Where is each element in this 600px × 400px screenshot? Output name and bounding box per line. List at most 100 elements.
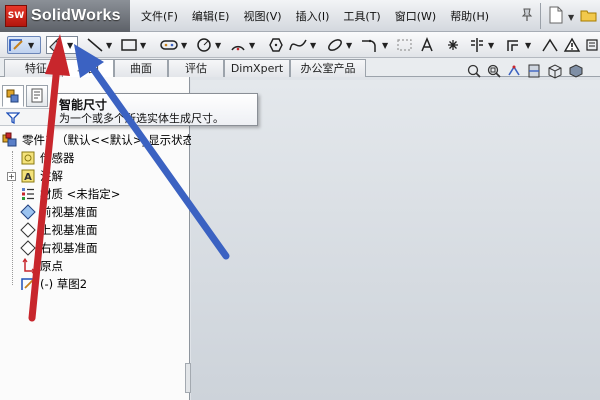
rectangle-button[interactable]: ▼ [120, 36, 146, 54]
tree-item-sensors[interactable]: 传感器 [20, 149, 75, 166]
circle-icon [197, 38, 211, 52]
plane-icon [20, 239, 36, 256]
sketch-button[interactable]: ▼ [7, 36, 41, 54]
tree-item-label: 原点 [40, 258, 63, 273]
construction-geometry-button[interactable] [396, 36, 414, 54]
line-dropdown-icon[interactable]: ▼ [106, 41, 112, 50]
pin-icon[interactable] [520, 8, 534, 22]
display-style-icon[interactable] [568, 63, 584, 79]
ellipse-icon [328, 39, 342, 51]
offset-dropdown-icon[interactable]: ▼ [525, 41, 531, 50]
smart-dimension-icon [49, 37, 61, 52]
annotations-expander[interactable]: + [7, 172, 16, 181]
menu-help[interactable]: 帮助(H) [443, 8, 496, 24]
title-separator [540, 3, 541, 29]
tree-item-annotations[interactable]: A 注解 [20, 167, 63, 184]
menu-view[interactable]: 视图(V) [236, 8, 288, 24]
tab-property-manager[interactable] [26, 85, 48, 107]
tooltip-description: 为一个或多个所选实体生成尺寸。 [59, 112, 224, 125]
new-document-dropdown-icon[interactable]: ▼ [568, 13, 574, 22]
offset-icon [507, 40, 518, 51]
spline-dropdown-icon[interactable]: ▼ [310, 41, 316, 50]
rectangle-icon [121, 39, 137, 51]
tree-item-label: 上视基准面 [40, 222, 98, 237]
polygon-button[interactable] [268, 36, 284, 54]
material-icon [22, 187, 34, 200]
graphics-area[interactable] [191, 80, 600, 400]
tree-item-sketch2[interactable]: (-) 草图2 [20, 275, 87, 292]
tree-item-label: 材质 <未指定> [40, 186, 121, 201]
menu-file[interactable]: 文件(F) [134, 8, 185, 24]
rectangle-dropdown-icon[interactable]: ▼ [140, 41, 146, 50]
sketch-dropdown-icon[interactable]: ▼ [28, 41, 34, 50]
arc-dropdown-icon[interactable]: ▼ [249, 41, 255, 50]
tree-root-part[interactable]: 零件1 （默认<<默认>_显示状态 [2, 131, 194, 148]
tree-item-label: 前视基准面 [40, 204, 98, 219]
previous-view-icon[interactable] [506, 63, 522, 79]
arc-icon [231, 45, 245, 51]
trim-button[interactable] [541, 36, 559, 54]
tab-evaluate[interactable]: 评估 [168, 59, 224, 77]
menu-tools[interactable]: 工具(T) [336, 8, 387, 24]
tab-office-products[interactable]: 办公室产品 [290, 59, 366, 77]
ellipse-button[interactable]: ▼ [326, 36, 352, 54]
zoom-area-icon[interactable] [486, 63, 502, 79]
smart-dimension-button[interactable]: ▼ [46, 36, 78, 54]
fillet-icon [362, 39, 376, 52]
mirror-button[interactable]: ▼ [468, 36, 494, 54]
menu-edit[interactable]: 编辑(E) [185, 8, 237, 24]
spline-button[interactable]: ▼ [288, 36, 316, 54]
new-document-icon[interactable] [548, 6, 564, 24]
slot-dropdown-icon[interactable]: ▼ [181, 41, 187, 50]
smart-dimension-tooltip: 智能尺寸 为一个或多个所选实体生成尺寸。 [52, 93, 258, 126]
text-icon [421, 37, 433, 52]
ellipse-dropdown-icon[interactable]: ▼ [346, 41, 352, 50]
line-button[interactable]: ▼ [86, 36, 112, 54]
tree-item-top-plane[interactable]: 上视基准面 [20, 221, 98, 238]
menu-window[interactable]: 窗口(W) [388, 8, 443, 24]
solidworks-logo-icon: SW [5, 5, 27, 27]
fillet-dropdown-icon[interactable]: ▼ [382, 41, 388, 50]
mirror-dropdown-icon[interactable]: ▼ [488, 41, 494, 50]
smart-dimension-dropdown-icon[interactable]: ▼ [67, 41, 73, 50]
heads-up-view-toolbar [466, 62, 584, 80]
plane-icon [20, 221, 36, 238]
open-folder-icon[interactable] [580, 7, 598, 23]
menu-bar: 文件(F) 编辑(E) 视图(V) 插入(I) 工具(T) 窗口(W) 帮助(H… [134, 0, 496, 32]
offset-button[interactable]: ▼ [505, 36, 531, 54]
point-icon [448, 40, 458, 50]
more-tools-button[interactable] [585, 36, 599, 54]
tab-surfaces[interactable]: 曲面 [114, 59, 168, 77]
section-view-icon[interactable] [526, 63, 542, 79]
sensor-icon [21, 151, 35, 164]
tab-sketch[interactable]: 草图 [62, 59, 114, 78]
part-icon [2, 132, 17, 146]
tree-item-material[interactable]: 材质 <未指定> [20, 185, 120, 202]
text-button[interactable] [420, 36, 434, 54]
tab-feature-manager[interactable] [2, 85, 24, 107]
point-button[interactable] [446, 36, 460, 54]
mirror-icon [471, 38, 483, 52]
menu-insert[interactable]: 插入(I) [289, 8, 337, 24]
sketch-icon [21, 277, 34, 290]
app-logo[interactable]: SW SolidWorks [0, 0, 130, 32]
fillet-button[interactable]: ▼ [360, 36, 388, 54]
tab-dimxpert[interactable]: DimXpert [224, 59, 290, 77]
tab-features[interactable]: 特征 [4, 59, 68, 77]
sketch-toolbar: ▼ ▼ ▼ ▼ ▼ ▼ ▼ ▼ ▼ ▼ ▼ ▼ [0, 32, 600, 58]
slot-icon [160, 40, 178, 50]
circle-dropdown-icon[interactable]: ▼ [215, 41, 221, 50]
slot-button[interactable]: ▼ [159, 36, 187, 54]
tree-item-right-plane[interactable]: 右视基准面 [20, 239, 98, 256]
polygon-icon [269, 38, 283, 52]
property-sheet-icon [31, 88, 43, 103]
arc-button[interactable]: ▼ [229, 36, 255, 54]
view-orientation-icon[interactable] [546, 63, 564, 79]
relations-button[interactable] [563, 36, 581, 54]
tree-item-origin[interactable]: 原点 [20, 257, 63, 274]
filter-icon[interactable] [6, 111, 20, 125]
circle-button[interactable]: ▼ [195, 36, 221, 54]
tree-item-front-plane[interactable]: 前视基准面 [20, 203, 98, 220]
feature-tree-icon [6, 89, 19, 103]
zoom-to-fit-icon[interactable] [466, 63, 482, 79]
